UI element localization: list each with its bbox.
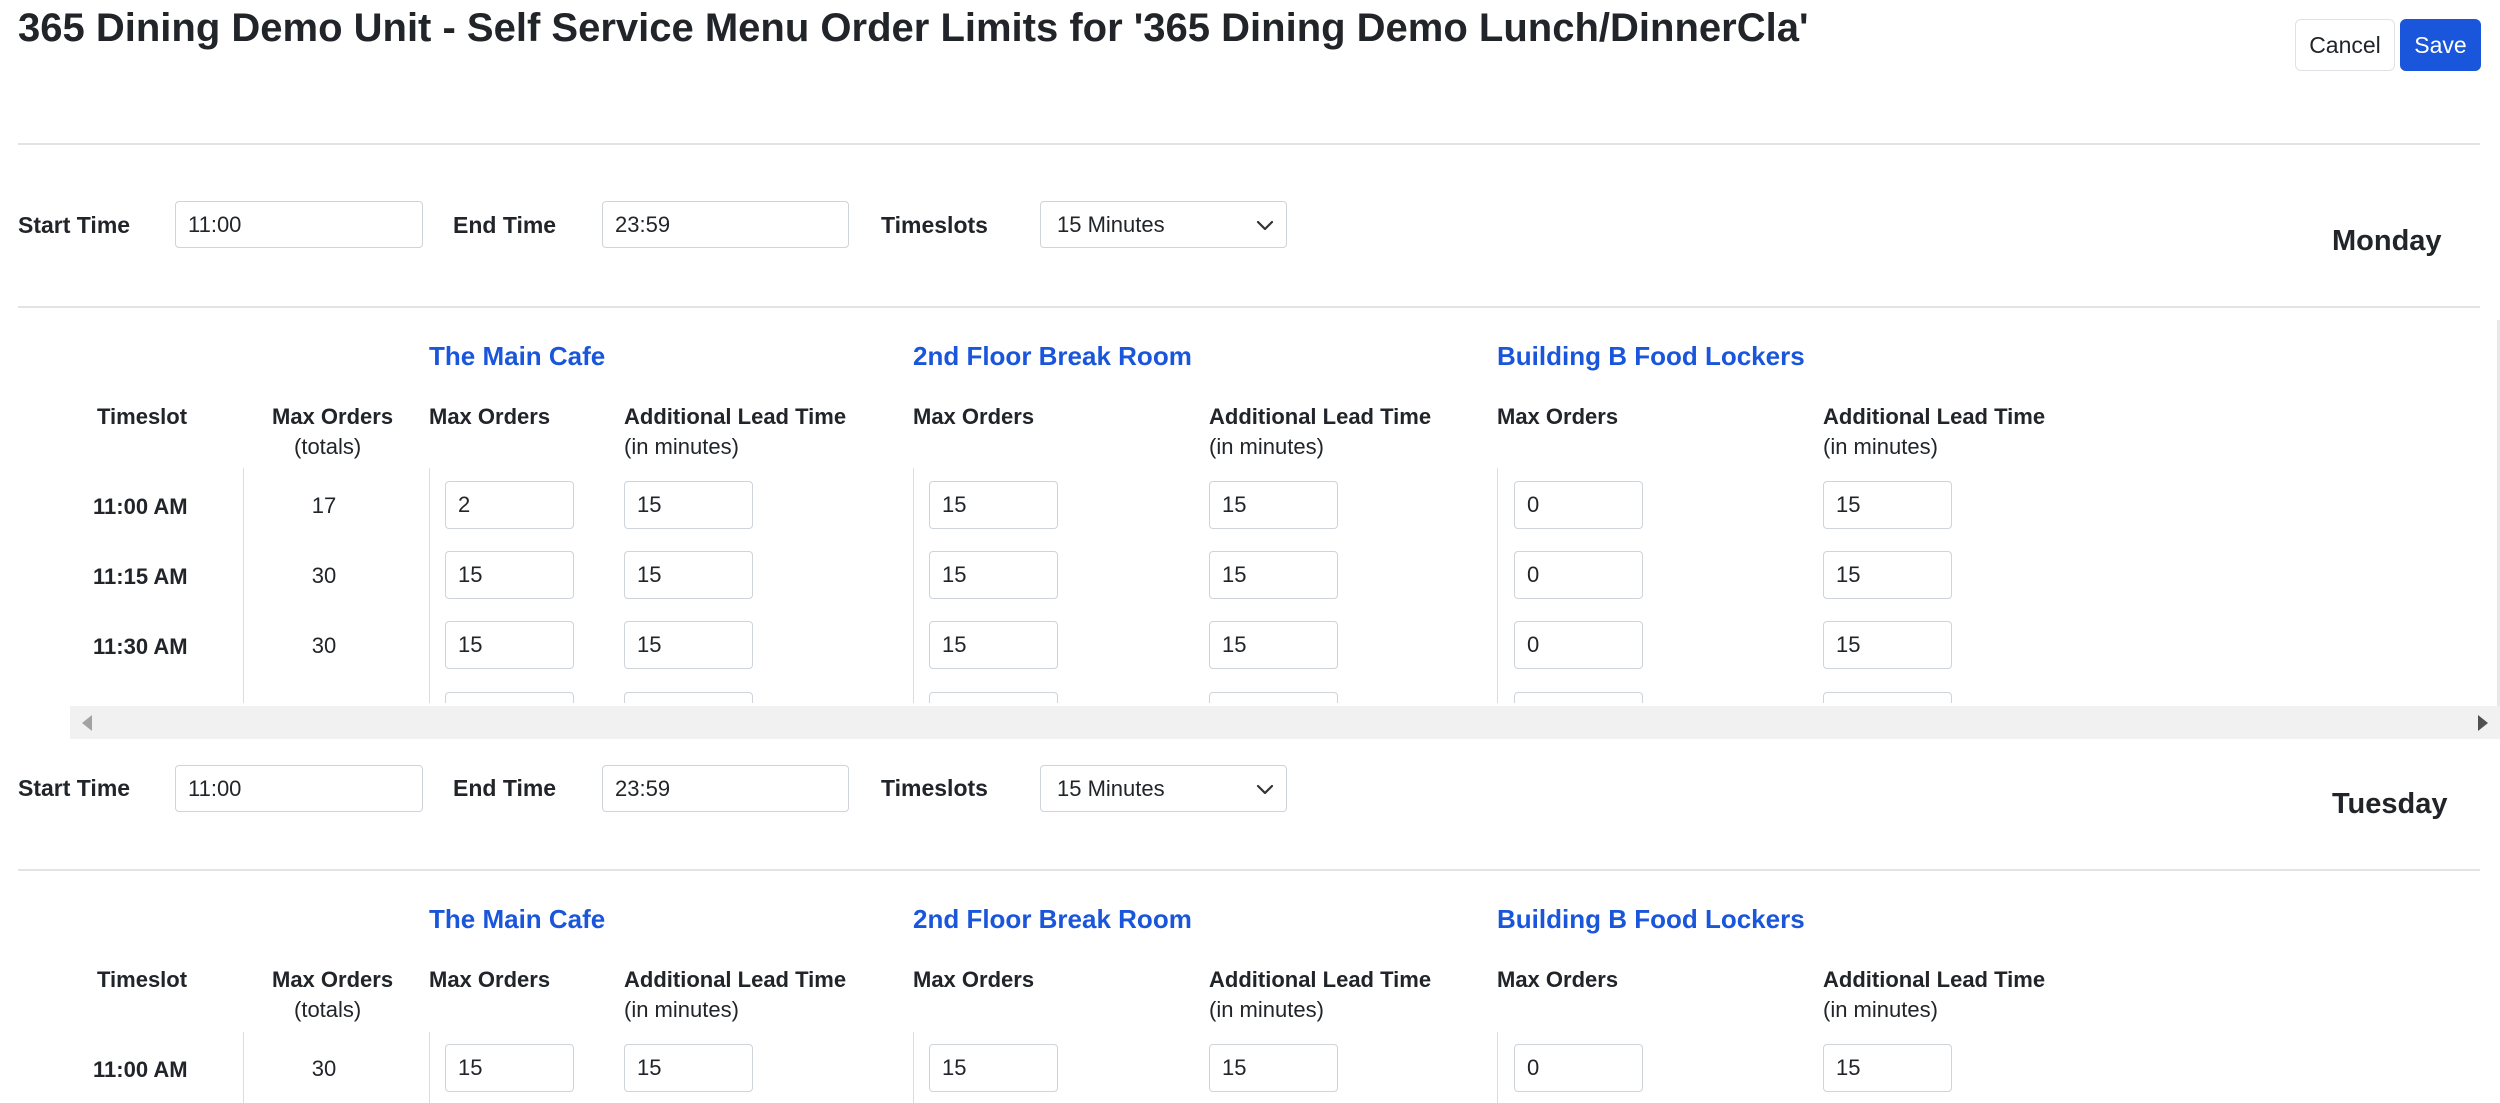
max-orders-total: 30 [311,1056,337,1081]
max-orders-input[interactable] [1514,1044,1643,1092]
col-header-lead-time: Additional Lead Time [624,967,847,992]
col-header-max-orders: Max Orders [429,967,551,992]
lead-time-input[interactable] [1209,1044,1338,1092]
timeslot-label: 11:00 AM [93,1057,188,1082]
col-header-max-orders: Max Orders [913,967,1035,992]
location-name-food-lockers: Building B Food Lockers [1497,904,1805,934]
col-header-in-minutes: (in minutes) [1823,997,1938,1022]
lead-time-input[interactable] [624,1044,753,1092]
col-header-in-minutes: (in minutes) [624,997,739,1022]
max-orders-input[interactable] [445,1044,574,1092]
column-separator [243,1032,244,1103]
col-header-totals: (totals) [294,997,362,1022]
column-separator [429,1032,430,1103]
column-separator [913,1032,914,1103]
col-header-lead-time: Additional Lead Time [1823,967,2046,992]
lead-time-input[interactable] [1823,1044,1952,1092]
tuesday-table-viewport: The Main Cafe 2nd Floor Break Room Build… [0,0,2500,1103]
location-name-main-cafe: The Main Cafe [429,904,606,934]
col-header-max-orders: Max Orders [1497,967,1619,992]
col-header-in-minutes: (in minutes) [1209,997,1324,1022]
col-header-max-orders-totals: Max Orders [272,967,394,992]
column-separator [1497,1032,1498,1103]
col-header-lead-time: Additional Lead Time [1209,967,1432,992]
location-name-break-room: 2nd Floor Break Room [913,904,1192,934]
col-header-timeslot: Timeslot [97,967,188,992]
max-orders-input[interactable] [929,1044,1058,1092]
